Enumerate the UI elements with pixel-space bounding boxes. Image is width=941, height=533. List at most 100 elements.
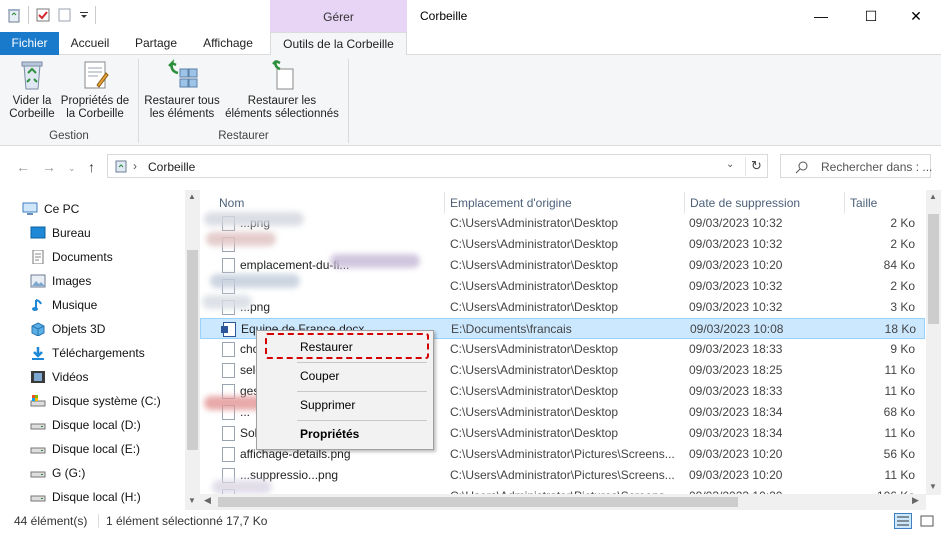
nav-item-images[interactable]: Images <box>30 270 91 292</box>
recycle-bin-small-icon[interactable] <box>6 7 22 23</box>
row-location: C:\Users\Administrator\Pictures\Screens.… <box>450 447 675 461</box>
table-row[interactable]: ...pngC:\Users\Administrator\Desktop09/0… <box>200 213 925 234</box>
nav-item-disque-e[interactable]: Disque local (E:) <box>30 438 140 460</box>
search-input[interactable]: Rechercher dans : ... <box>821 160 932 174</box>
status-selection: 1 élément sélectionné 17,7 Ko <box>106 514 268 528</box>
tab-outils-corbeille[interactable]: Outils de la Corbeille <box>270 32 407 56</box>
ribbon-separator-2 <box>348 59 349 143</box>
qat-separator-2 <box>95 6 96 24</box>
nav-item-documents[interactable]: Documents <box>30 246 113 268</box>
row-date: 09/03/2023 18:25 <box>689 363 783 377</box>
nav-item-label: Disque système (C:) <box>52 394 161 408</box>
minimize-button[interactable]: — <box>796 0 846 32</box>
tab-affichage[interactable]: Affichage <box>194 32 262 55</box>
address-dropdown-icon[interactable]: ⌄ <box>726 159 734 170</box>
refresh-icon[interactable]: ↻ <box>751 158 762 174</box>
recycle-bin-properties-button[interactable]: Propriétés de la Corbeille <box>60 59 130 121</box>
restore-all-label: Restaurer tous les éléments <box>144 95 220 120</box>
scroll-up-icon[interactable]: ▲ <box>188 192 196 201</box>
recent-dropdown-icon[interactable]: ⌄ <box>68 163 76 174</box>
nav-item-disque-g[interactable]: G (G:) <box>30 462 85 484</box>
manage-tab-header[interactable]: Gérer <box>270 0 407 32</box>
blurred-thumbnail <box>204 212 304 226</box>
nav-item-ce-pc[interactable]: Ce PC <box>22 198 79 220</box>
address-path[interactable]: Corbeille <box>148 160 195 174</box>
maximize-button[interactable]: ☐ <box>846 0 896 32</box>
properties-check-icon[interactable] <box>35 7 51 23</box>
file-icon <box>222 363 235 378</box>
row-date: 09/03/2023 18:33 <box>689 342 783 356</box>
table-row[interactable]: C:\Users\Administrator\Desktop 09/03/2023… <box>200 276 925 297</box>
scroll-down-icon[interactable]: ▼ <box>929 482 937 491</box>
qat-dropdown-icon[interactable] <box>79 7 89 23</box>
column-header-nom[interactable]: Nom <box>214 192 449 214</box>
forward-arrow-icon[interactable]: → <box>42 159 56 175</box>
nav-item-telechargements[interactable]: Téléchargements <box>30 342 145 364</box>
tab-partage[interactable]: Partage <box>126 32 186 55</box>
nav-item-label: Bureau <box>52 226 91 240</box>
scroll-right-icon[interactable]: ▶ <box>912 495 919 506</box>
nav-item-label: Vidéos <box>52 370 89 384</box>
video-icon <box>31 371 45 383</box>
tab-fichier[interactable]: Fichier <box>0 32 59 55</box>
nav-pane-scroll-thumb[interactable] <box>187 250 198 450</box>
column-header-emplacement[interactable]: Emplacement d'origine <box>444 192 684 214</box>
nav-item-bureau[interactable]: Bureau <box>30 222 91 244</box>
table-row[interactable]: ...suppressio...png C:\Users\Administrato… <box>200 465 925 486</box>
nav-item-musique[interactable]: Musique <box>30 294 97 316</box>
horizontal-scroll-thumb[interactable] <box>218 497 738 507</box>
status-divider <box>98 514 99 528</box>
row-size: 84 Ko <box>883 258 915 272</box>
row-location: C:\Users\Administrator\Desktop <box>450 363 619 377</box>
blurred-thumbnail <box>202 295 252 309</box>
blurred-thumbnail <box>212 480 272 494</box>
row-size: 11 Ko <box>884 426 915 440</box>
table-row[interactable]: C:\Users\Administrator\Desktop 09/03/2023… <box>200 234 925 255</box>
restaurer-highlight-box <box>265 333 429 359</box>
nav-item-objets-3d[interactable]: Objets 3D <box>30 318 105 340</box>
table-row[interactable]: emplacement-du-fi... C:\Users\Administrat… <box>200 255 925 276</box>
nav-item-videos[interactable]: Vidéos <box>30 366 88 388</box>
restore-all-button[interactable]: Restaurer tous les éléments <box>142 59 222 121</box>
drive-icon <box>30 423 46 430</box>
context-menu-couper[interactable]: Couper <box>257 365 433 387</box>
properties-icon <box>84 61 109 89</box>
drive-icon <box>30 495 46 502</box>
file-list-scrollbar[interactable]: ▲ ▼ <box>926 190 941 495</box>
nav-item-disque-c[interactable]: Disque système (C:) <box>30 390 161 412</box>
table-row[interactable]: ...pngC:\Users\Administrator\Desktop09/0… <box>200 297 925 318</box>
context-menu-supprimer[interactable]: Supprimer <box>257 394 433 416</box>
scroll-up-icon[interactable]: ▲ <box>929 192 937 201</box>
column-header-date[interactable]: Date de suppression <box>684 192 844 214</box>
row-date: 09/03/2023 18:34 <box>689 405 783 419</box>
search-box[interactable]: Rechercher dans : ... <box>780 154 932 178</box>
nav-item-disque-d[interactable]: Disque local (D:) <box>30 414 141 436</box>
column-header-taille[interactable]: Taille <box>844 192 926 214</box>
empty-recycle-bin-button[interactable]: Vider la Corbeille <box>6 59 58 121</box>
new-folder-icon[interactable] <box>57 7 73 23</box>
breadcrumb-chevron-icon[interactable]: › <box>133 159 137 173</box>
word-document-icon <box>221 322 236 337</box>
title-bar: Gérer Corbeille — ☐ ✕ <box>0 0 941 32</box>
scroll-left-icon[interactable]: ◀ <box>204 495 211 506</box>
nav-item-disque-h[interactable]: Disque local (H:) <box>30 486 141 508</box>
row-size: 18 Ko <box>884 322 916 336</box>
close-button[interactable]: ✕ <box>891 0 941 32</box>
restore-selected-button[interactable]: Restaurer les éléments sélectionnés <box>224 59 340 121</box>
large-icons-view-icon[interactable] <box>918 513 936 529</box>
address-bar[interactable]: › Corbeille ⌄ ↻ <box>107 154 768 178</box>
row-size: 11 Ko <box>884 363 915 377</box>
tab-accueil[interactable]: Accueil <box>62 32 118 55</box>
blurred-thumbnail <box>206 232 276 246</box>
horizontal-scrollbar[interactable]: ◀ ▶ <box>200 494 926 510</box>
nav-pane-scrollbar[interactable]: ▲ ▼ <box>185 190 200 510</box>
row-date: 09/03/2023 10:20 <box>689 468 783 482</box>
context-menu: Restaurer Couper Supprimer Propriétés <box>256 330 434 450</box>
up-arrow-icon[interactable]: ↑ <box>88 159 95 175</box>
window-title: Corbeille <box>420 9 468 23</box>
file-list-scroll-thumb[interactable] <box>928 214 939 324</box>
context-menu-proprietes[interactable]: Propriétés <box>257 423 433 445</box>
details-view-icon[interactable] <box>894 513 912 529</box>
scroll-down-icon[interactable]: ▼ <box>188 496 196 505</box>
back-arrow-icon[interactable]: ← <box>16 159 30 175</box>
